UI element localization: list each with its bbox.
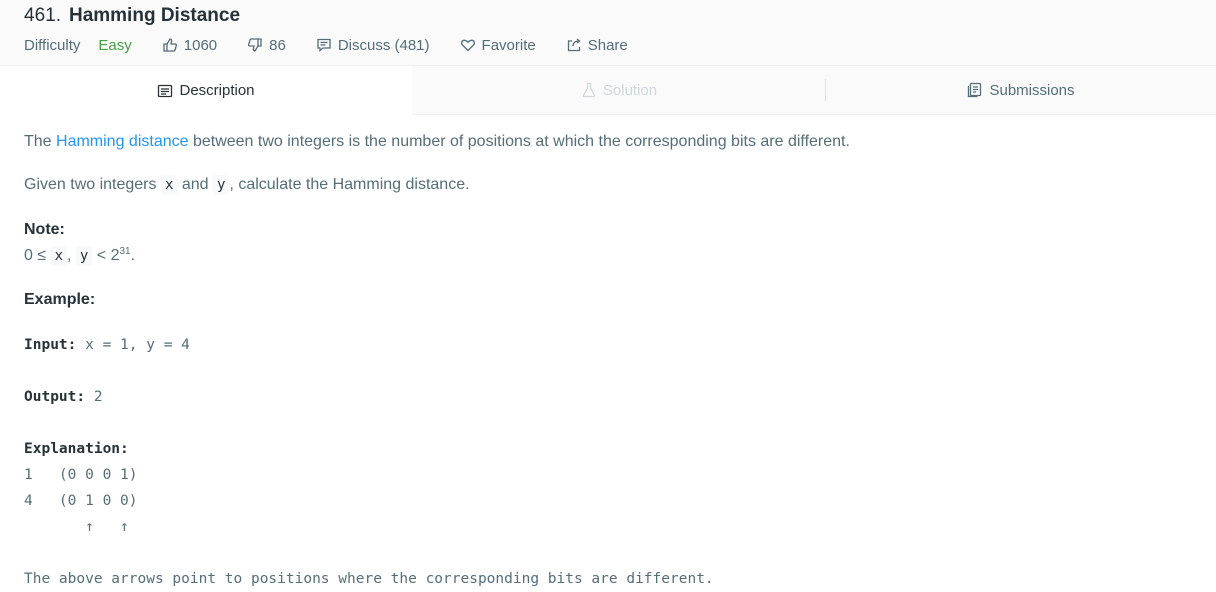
input-value: x = 1, y = 4 [76, 337, 190, 353]
problem-tabs: Description Solution Submissions [0, 66, 1216, 115]
note-text: 0 ≤ [24, 247, 51, 264]
discuss-link[interactable]: Discuss (481) [316, 37, 430, 54]
note-text: < 2 [92, 247, 120, 264]
heart-icon [460, 39, 475, 52]
favorite-button[interactable]: Favorite [460, 37, 536, 54]
tab-solution-label: Solution [602, 81, 658, 99]
output-label: Output: [24, 389, 86, 405]
tab-submissions-label: Submissions [989, 81, 1075, 99]
dislike-count: 86 [269, 36, 286, 54]
hamming-distance-link[interactable]: Hamming distance [56, 133, 189, 150]
tab-description[interactable]: Description [0, 66, 412, 115]
explanation-footer: The above arrows point to positions wher… [24, 571, 714, 587]
paragraph-text: between two integers is the number of po… [188, 133, 850, 150]
description-paragraph-1: The Hamming distance between two integer… [24, 133, 850, 151]
share-button[interactable]: Share [566, 37, 628, 54]
tab-solution[interactable]: Solution [412, 66, 826, 115]
tab-description-label: Description [179, 82, 255, 99]
problem-number: 461. [24, 5, 61, 26]
discuss-label: Discuss (481) [337, 36, 430, 54]
paragraph-text: , calculate the Hamming distance. [229, 176, 470, 193]
example-code-block: Input: x = 1, y = 4 Output: 2 Explanatio… [24, 332, 714, 592]
problem-header: 461. Hamming Distance Difficulty Easy 10… [0, 0, 1216, 66]
explanation-line-1: 1 (0 0 0 1) [24, 467, 138, 483]
note-exponent: 31 [119, 246, 131, 257]
like-count: 1060 [183, 36, 218, 54]
like-button[interactable]: 1060 [162, 37, 217, 54]
submissions-icon [968, 82, 982, 98]
problem-title: Hamming Distance [68, 5, 241, 26]
note-heading: Note: [24, 221, 65, 238]
inline-code-x: x [160, 175, 178, 195]
thumbs-down-icon [248, 38, 262, 52]
share-label: Share [587, 36, 628, 54]
paragraph-text: Given two integers [24, 176, 161, 193]
problem-title-row: 461. Hamming Distance [24, 5, 1192, 29]
description-paragraph-2: Given two integers x and y, calculate th… [24, 175, 470, 195]
favorite-label: Favorite [481, 36, 536, 54]
inline-code-y: y [212, 175, 230, 195]
dislike-button[interactable]: 86 [247, 37, 286, 54]
note-text: . [130, 247, 136, 264]
paragraph-text: The [24, 133, 57, 150]
paragraph-text: and [177, 176, 213, 193]
comment-icon [317, 38, 331, 52]
share-icon [567, 38, 581, 52]
flask-icon [582, 82, 596, 98]
inline-code-x: x [50, 246, 68, 266]
note-body: 0 ≤ x, y < 231. [24, 246, 136, 266]
example-heading: Example: [24, 291, 96, 308]
explanation-arrows: ↑ ↑ [24, 519, 129, 535]
output-value: 2 [85, 389, 103, 405]
difficulty-value: Easy [98, 36, 132, 54]
explanation-label: Explanation: [24, 441, 129, 457]
inline-code-y: y [75, 246, 93, 266]
note-text: , [67, 247, 76, 264]
description-icon [158, 84, 173, 97]
tab-submissions[interactable]: Submissions [826, 66, 1216, 115]
explanation-line-2: 4 (0 1 0 0) [24, 493, 138, 509]
thumbs-up-icon [163, 38, 177, 52]
problem-meta: Difficulty Easy 1060 86 Discuss (481) Fa… [24, 35, 1192, 55]
input-label: Input: [24, 337, 77, 353]
difficulty-label: Difficulty [24, 36, 81, 54]
